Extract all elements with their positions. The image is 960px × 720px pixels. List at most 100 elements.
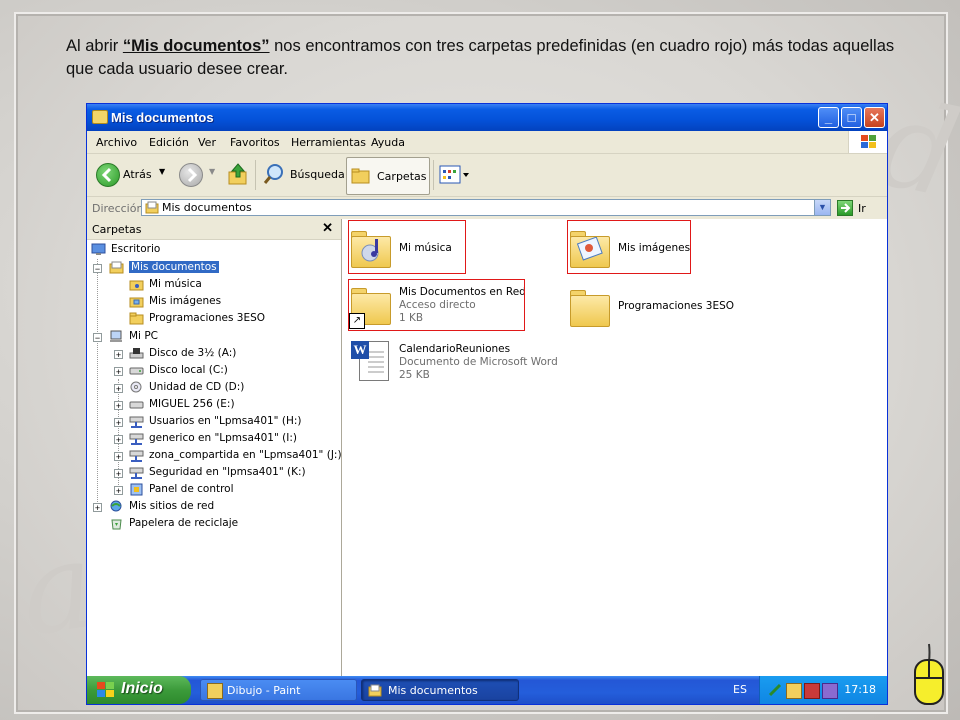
tree-item-label: Mis documentos: [129, 261, 219, 273]
expand-icon[interactable]: +: [93, 503, 102, 513]
highlight-box: [348, 220, 466, 274]
menu-bar: Archivo Edición Ver Favoritos Herramient…: [87, 131, 887, 154]
caption-emphasis: “Mis documentos”: [122, 37, 270, 55]
tree-item-label: Disco de 3½ (A:): [149, 347, 237, 359]
slide-caption: Al abrir “Mis documentos” nos encontramo…: [66, 35, 896, 81]
tree-item-label: Mis sitios de red: [129, 500, 215, 512]
tree-item-label: Mi música: [149, 278, 202, 290]
folder-icon: [570, 295, 610, 327]
toolbar-separator: [255, 160, 256, 190]
pictures-folder-icon: [129, 297, 144, 308]
network-drive-icon: [129, 416, 144, 428]
back-arrow-icon[interactable]: [96, 163, 120, 187]
menu-edicion[interactable]: Edición: [149, 136, 189, 149]
cd-drive-icon: [130, 381, 142, 393]
tree-item-label: Unidad de CD (D:): [149, 381, 245, 393]
title-bar[interactable]: Mis documentos _ □ ✕: [87, 104, 887, 131]
search-button-label[interactable]: Búsqueda: [290, 168, 345, 181]
task-paint[interactable]: Dibujo - Paint: [200, 679, 357, 701]
paint-icon: [207, 683, 223, 699]
folder-pane-title: Carpetas: [92, 223, 142, 236]
menu-herramientas[interactable]: Herramientas: [291, 136, 366, 149]
file-name: Programaciones 3ESO: [618, 300, 735, 312]
tree-item-label: Seguridad en "lpmsa401" (K:): [149, 466, 306, 478]
chevron-down-icon[interactable]: ▼: [814, 200, 830, 215]
clock[interactable]: 17:18: [844, 683, 876, 696]
close-button[interactable]: ✕: [864, 107, 885, 128]
collapse-icon[interactable]: −: [93, 333, 102, 343]
windows-flag-icon: [97, 682, 115, 698]
tree-item-label: generico en "Lpmsa401" (I:): [149, 432, 297, 444]
expand-icon[interactable]: +: [114, 384, 123, 394]
tray-icon-monitor[interactable]: [786, 683, 802, 699]
language-indicator[interactable]: ES: [733, 683, 747, 696]
back-dropdown-icon[interactable]: ▼: [159, 167, 165, 176]
file-name: CalendarioReuniones: [399, 343, 511, 355]
expand-icon[interactable]: +: [114, 486, 123, 496]
toolbar: Atrás ▼ ▼ Búsqueda Carpetas: [87, 154, 887, 197]
back-button-label[interactable]: Atrás: [123, 168, 152, 181]
highlight-box: [567, 220, 691, 274]
network-drive-icon: [129, 433, 144, 445]
expand-icon[interactable]: +: [114, 452, 123, 462]
folder-icon: [109, 261, 124, 274]
file-tile-calendario[interactable]: W CalendarioReuniones Documento de Micro…: [349, 337, 559, 389]
tree-connector: [97, 259, 98, 504]
folder-icon: [129, 312, 144, 325]
floppy-drive-icon: [129, 348, 144, 359]
tree-item-label: Mi PC: [129, 330, 158, 342]
collapse-icon[interactable]: −: [93, 264, 102, 274]
explorer-window: Mis documentos _ □ ✕ Archivo Edición Ver…: [86, 103, 888, 705]
forward-arrow-icon[interactable]: [179, 163, 203, 187]
menu-ayuda[interactable]: Ayuda: [371, 136, 405, 149]
hard-drive-icon: [129, 367, 144, 375]
music-folder-icon: [129, 280, 144, 291]
go-button-label[interactable]: Ir: [858, 202, 866, 215]
tree-item-label: zona_compartida en "Lpmsa401" (J:): [149, 449, 342, 461]
address-input[interactable]: Mis documentos ▼: [141, 199, 831, 216]
network-drive-icon: [129, 450, 144, 462]
maximize-button[interactable]: □: [841, 107, 862, 128]
toolbar-separator: [433, 160, 434, 190]
word-logo-icon: W: [351, 341, 369, 359]
views-icon[interactable]: [439, 164, 471, 186]
start-button[interactable]: Inicio: [87, 676, 191, 704]
search-icon[interactable]: [263, 162, 285, 186]
expand-icon[interactable]: +: [114, 435, 123, 445]
tree-item-label: Escritorio: [111, 243, 161, 255]
expand-icon[interactable]: +: [114, 367, 123, 377]
task-mis-documentos[interactable]: Mis documentos: [361, 679, 519, 701]
file-tile-programaciones[interactable]: Programaciones 3ESO: [568, 281, 738, 331]
network-drive-icon: [129, 467, 144, 479]
expand-icon[interactable]: +: [114, 469, 123, 479]
folders-button[interactable]: Carpetas: [346, 157, 430, 195]
expand-icon[interactable]: +: [114, 350, 123, 360]
folder-icon: [92, 110, 108, 124]
folder-icon: [368, 683, 382, 697]
expand-icon[interactable]: +: [114, 418, 123, 428]
expand-icon[interactable]: +: [114, 401, 123, 411]
folder-icon: [145, 201, 159, 214]
tree-item-label: Panel de control: [149, 483, 234, 495]
tree-item-label: Mis imágenes: [149, 295, 222, 307]
desktop-icon: [91, 243, 106, 255]
tray-icon-tools[interactable]: [822, 683, 838, 699]
menu-archivo[interactable]: Archivo: [96, 136, 137, 149]
go-arrow-icon[interactable]: [837, 200, 853, 216]
menu-favoritos[interactable]: Favoritos: [230, 136, 280, 149]
tray-icon-security[interactable]: [804, 683, 820, 699]
caption-prefix: Al abrir: [66, 37, 123, 55]
folders-button-label: Carpetas: [377, 170, 427, 183]
close-icon[interactable]: ✕: [322, 220, 333, 236]
up-folder-icon[interactable]: [227, 162, 249, 186]
tray-icon-network[interactable]: [768, 683, 782, 697]
folder-tree-pane: Carpetas ✕ Escritorio − Mis documentos M…: [87, 219, 342, 676]
minimize-button[interactable]: _: [818, 107, 839, 128]
menu-ver[interactable]: Ver: [198, 136, 216, 149]
content-pane: Mi música Mis imágenes ↗ Mis Documentos …: [342, 219, 887, 676]
task-label: Dibujo - Paint: [227, 684, 301, 697]
folder-pane-header: Carpetas ✕: [87, 219, 341, 240]
folder-icon: [351, 166, 371, 186]
forward-dropdown-icon[interactable]: ▼: [209, 167, 215, 176]
address-label: Dirección: [92, 202, 144, 215]
